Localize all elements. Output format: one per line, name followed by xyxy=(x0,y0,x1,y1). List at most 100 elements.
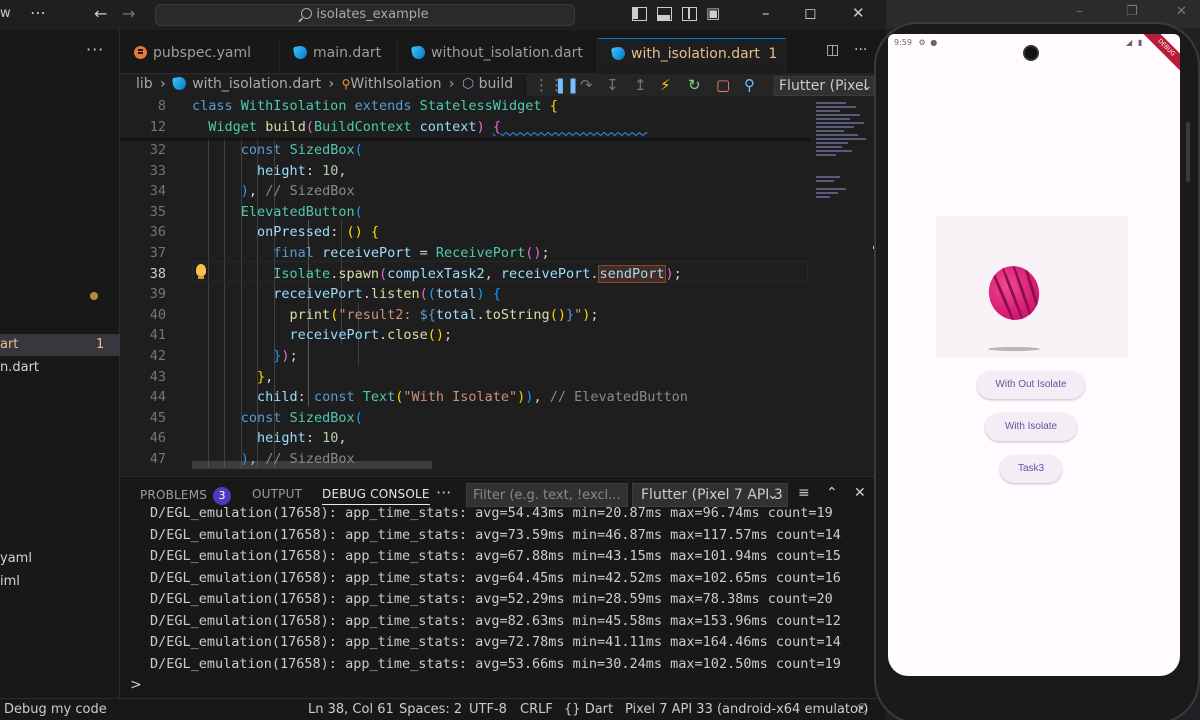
line-ending[interactable]: CRLF xyxy=(520,699,553,720)
debug-console-output[interactable]: D/EGL_emulation(17658): app_time_stats: … xyxy=(120,507,886,675)
tab-problem-badge: 1 xyxy=(768,46,778,62)
console-prompt[interactable]: > xyxy=(130,677,142,693)
forward-arrow-icon[interactable]: → xyxy=(122,4,135,23)
line-number: 37 xyxy=(149,245,166,261)
toggle-secondary-sidebar-icon[interactable] xyxy=(682,7,697,21)
step-over-icon[interactable]: ↷ xyxy=(580,76,593,94)
with-isolate-button[interactable]: With Isolate xyxy=(985,413,1077,441)
code-line[interactable]: ), // SizedBox xyxy=(192,181,355,202)
minimap[interactable] xyxy=(810,96,874,476)
menu-fragment[interactable]: w xyxy=(0,6,11,21)
code-editor[interactable]: 8 class WithIsolation extends StatelessW… xyxy=(120,96,810,476)
device-select-value: Flutter (Pixel xyxy=(779,78,868,94)
more-actions-icon[interactable]: ··· xyxy=(854,42,867,58)
code-line[interactable]: onPressed: () { xyxy=(192,222,379,243)
close-icon[interactable]: ✕ xyxy=(1176,4,1187,19)
tab-pubspec-yaml[interactable]: pubspec.yaml xyxy=(120,38,280,74)
explorer-file-main[interactable]: n.dart xyxy=(0,357,120,379)
tab-with-isolation[interactable]: with_isolation.dart 1 xyxy=(598,38,786,74)
target-device[interactable]: Pixel 7 API 33 (android-x64 emulator) xyxy=(625,699,868,720)
with-out-isolate-button[interactable]: With Out Isolate xyxy=(977,371,1085,399)
code-line[interactable]: }); xyxy=(192,346,297,367)
tab-problems[interactable]: PROBLEMS 3 xyxy=(140,487,232,505)
step-out-icon[interactable]: ↥ xyxy=(634,76,647,94)
breadcrumb-method[interactable]: build xyxy=(479,76,513,92)
indentation[interactable]: Spaces: 2 xyxy=(399,699,462,720)
tab-output[interactable]: OUTPUT xyxy=(252,487,302,501)
console-filter-input[interactable] xyxy=(466,483,628,507)
line-number: 41 xyxy=(149,327,166,344)
breadcrumb-file[interactable]: with_isolation.dart xyxy=(192,76,321,92)
debug-session-select[interactable]: Flutter (Pixel 7 API 3 ⌄ xyxy=(632,483,788,507)
code-line[interactable]: print("result2: ${total.toString()}"); xyxy=(192,305,599,326)
horizontal-scrollbar[interactable] xyxy=(192,461,432,469)
console-line: D/EGL_emulation(17658): app_time_stats: … xyxy=(150,612,841,629)
explorer-file-pubspec[interactable]: yaml xyxy=(0,548,120,570)
minimize-icon[interactable]: – xyxy=(762,4,770,22)
tab-without-isolation[interactable]: without_isolation.dart xyxy=(398,38,598,74)
hot-reload-icon[interactable]: ⚡ xyxy=(660,76,671,94)
tab-main-dart[interactable]: main.dart xyxy=(280,38,398,74)
sticky-line-class[interactable]: class WithIsolation extends StatelessWid… xyxy=(192,96,810,117)
inspect-widget-icon[interactable]: ⚲ xyxy=(744,76,755,94)
tab-debug-console[interactable]: DEBUG CONSOLE xyxy=(322,487,430,505)
split-editor-icon[interactable]: ◫ xyxy=(826,42,839,58)
restore-icon[interactable]: ❐ xyxy=(1126,4,1138,19)
close-panel-icon[interactable]: ✕ xyxy=(854,485,866,501)
session-select-value: Flutter (Pixel 7 API 3 xyxy=(641,487,783,503)
clear-console-icon[interactable]: ≡ xyxy=(798,485,810,501)
code-line[interactable]: height: 10, xyxy=(192,428,346,449)
line-number: 44 xyxy=(149,389,166,406)
code-line[interactable]: ElevatedButton( xyxy=(192,202,363,223)
notifications-bell-icon[interactable]: ☉ xyxy=(856,699,868,720)
code-line[interactable]: const SizedBox( xyxy=(192,140,363,161)
encoding[interactable]: UTF-8 xyxy=(469,699,507,720)
stop-icon[interactable]: ▢ xyxy=(716,76,730,94)
dart-file-icon xyxy=(172,75,188,92)
code-line[interactable]: }, xyxy=(192,367,273,388)
minimize-icon[interactable]: – xyxy=(1076,4,1083,19)
more-menu-icon[interactable]: ⋯ xyxy=(30,3,46,22)
close-icon[interactable]: ✕ xyxy=(852,4,865,22)
code-line[interactable]: receivePort.close(); xyxy=(192,325,453,346)
front-camera xyxy=(1023,45,1039,61)
dart-file-icon xyxy=(292,44,309,61)
language-mode[interactable]: {} Dart xyxy=(564,699,613,720)
sticky-line-build[interactable]: Widget build(BuildContext context) { xyxy=(192,116,810,138)
tab-label: main.dart xyxy=(313,45,382,61)
dart-file-icon xyxy=(610,45,627,62)
settings-gear-icon: ⚙ xyxy=(918,38,926,47)
code-line[interactable]: height: 10, xyxy=(192,161,346,182)
more-actions-icon[interactable]: ··· xyxy=(86,40,104,59)
toggle-panel-icon[interactable] xyxy=(657,7,672,21)
breadcrumb-class[interactable]: WithIsolation xyxy=(350,76,441,92)
phone-screen[interactable]: 9:59 ⚙ ● ◢ ▮ DEBUG With Out Isolate With… xyxy=(888,34,1180,676)
back-arrow-icon[interactable]: ← xyxy=(94,4,107,23)
toggle-sidebar-icon[interactable] xyxy=(632,7,647,21)
minimap-line xyxy=(816,180,834,182)
code-line[interactable]: receivePort.listen((total) { xyxy=(192,284,501,305)
customize-layout-icon[interactable] xyxy=(706,4,722,22)
command-center-search[interactable]: isolates_example xyxy=(155,4,575,26)
minimap-line xyxy=(816,134,858,136)
explorer-file-with-isolation[interactable]: art 1 xyxy=(0,334,120,356)
maximize-icon[interactable]: ◻ xyxy=(804,4,816,22)
code-line[interactable]: child: const Text("With Isolate")), // E… xyxy=(192,387,688,408)
explorer-file-iml[interactable]: iml xyxy=(0,571,120,593)
debug-device-select[interactable]: Flutter (Pixel ⌄ xyxy=(774,76,874,96)
more-views-icon[interactable]: ··· xyxy=(436,483,451,502)
pause-icon[interactable]: ❚❚ xyxy=(554,76,579,94)
debug-status[interactable]: Debug my code xyxy=(4,699,107,720)
cursor-position[interactable]: Ln 38, Col 61 xyxy=(308,699,394,720)
restart-icon[interactable]: ↻ xyxy=(688,76,701,94)
breadcrumb-folder[interactable]: lib xyxy=(136,76,153,92)
task3-button[interactable]: Task3 xyxy=(1000,455,1062,483)
status-clock: 9:59 xyxy=(894,38,912,47)
code-line[interactable]: final receivePort = ReceivePort(); xyxy=(192,243,549,264)
step-into-icon[interactable]: ↧ xyxy=(606,76,619,94)
phone-power-button[interactable] xyxy=(1186,122,1190,182)
minimap-line xyxy=(816,114,860,116)
code-line[interactable]: const SizedBox( xyxy=(192,408,363,429)
maximize-panel-icon[interactable]: ⌃ xyxy=(826,485,838,501)
code-line-current[interactable]: Isolate.spawn(complexTask2, receivePort.… xyxy=(192,264,682,285)
